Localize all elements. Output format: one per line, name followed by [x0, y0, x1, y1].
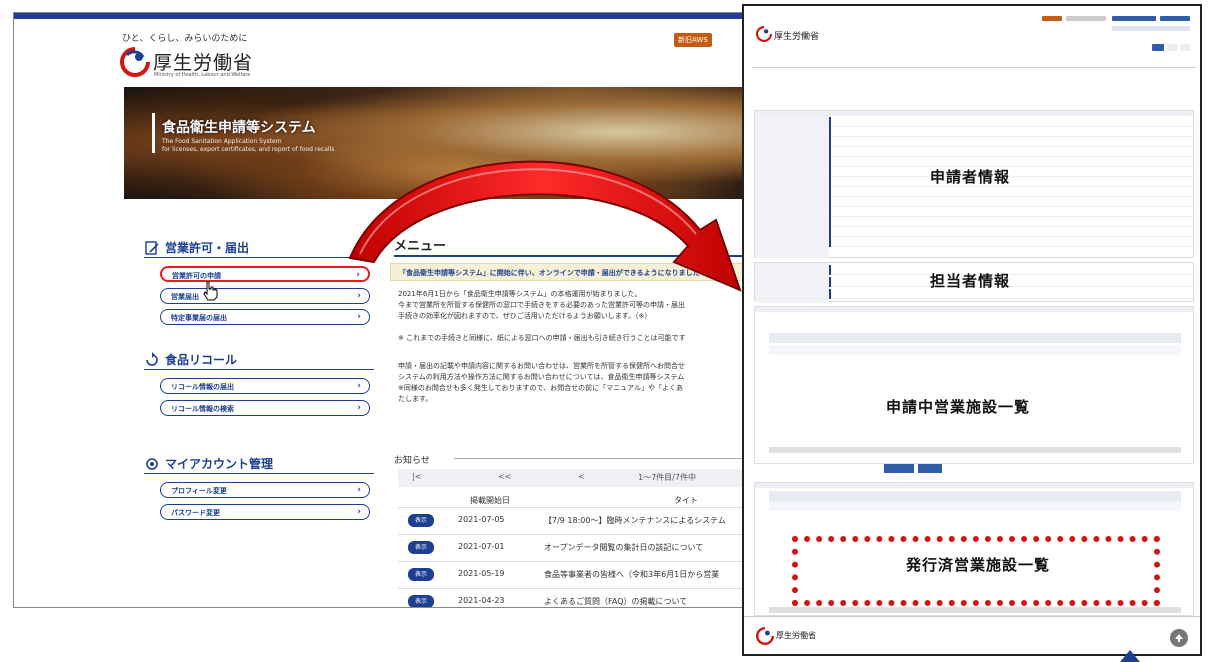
nav-label: 特定事業届の届出	[171, 314, 227, 322]
ministry-name: 厚生労働省	[774, 32, 820, 42]
show-button[interactable]: 表示	[408, 595, 434, 607]
news-row: 表示 2021-07-01 オープンデータ閲覧の集計日の該記について	[398, 534, 744, 560]
contact-info-label: 担当者情報	[930, 272, 1011, 290]
news-date: 2021-07-01	[458, 542, 505, 551]
nav-label: プロフィール変更	[171, 487, 227, 495]
pager-first-button[interactable]: |<	[412, 472, 421, 481]
detail-page-screenshot: 厚生労働省 申請者情報 担当者情報 申請中営業施設一覧 発行済営業施設一覧 厚生…	[742, 4, 1202, 656]
body-line: 申請・届出の記載や申請内容に関するお問い合わせは、営業所を所管する保健所へお問合…	[398, 362, 685, 370]
pager-prev-button[interactable]: <	[578, 472, 585, 481]
pager-info: 1～7件目/7件中	[638, 473, 696, 482]
news-date: 2021-04-23	[458, 596, 505, 605]
ministry-name: 厚生労働省	[153, 52, 254, 74]
scroll-top-button[interactable]	[1170, 629, 1188, 647]
chevron-right-icon: ›	[357, 507, 361, 517]
section-my-account: マイアカウント管理	[144, 455, 273, 472]
news-pager: |< << < 1～7件目/7件中	[398, 469, 744, 487]
section-divider	[144, 369, 374, 370]
nav-label: パスワード変更	[171, 509, 220, 517]
ministry-logo-icon	[756, 627, 774, 645]
ministry-logo-icon	[756, 26, 772, 42]
aws-button[interactable]: 新旧AWS	[674, 33, 712, 47]
news-title-link[interactable]: 【7/9 18:00～】臨時メンテナンスによるシステム	[544, 515, 726, 526]
gear-icon	[146, 457, 158, 470]
header-buttons	[1042, 14, 1192, 54]
scroll-indicator-arrow-icon	[1120, 650, 1140, 662]
body-line: ※ これまでの手続きと同様に、紙による窓口への申請・届出も引き続き行うことは可能…	[398, 334, 686, 342]
chevron-right-icon: ›	[357, 485, 361, 495]
detail-nav-bar	[752, 58, 1196, 68]
transition-arrow-icon	[348, 160, 742, 292]
news-date: 2021-07-05	[458, 515, 505, 524]
column-header-title: タイト	[674, 496, 698, 505]
section-business-permit: 営業許可・届出	[144, 239, 249, 256]
nav-password-change[interactable]: パスワード変更 ›	[160, 504, 370, 520]
composite-figure: ひと、くらし、みらいのために 厚生労働省 Ministry of Health,…	[0, 0, 1210, 662]
chevron-right-icon: ›	[357, 403, 361, 413]
body-line: システムの利用方法や操作方法に関するお問い合わせについては、食品衛生申請等システ…	[398, 373, 685, 381]
hero-title: 食品衛生申請等システム	[152, 113, 316, 153]
news-date: 2021-05-19	[458, 569, 505, 578]
news-divider	[454, 458, 744, 459]
show-button[interactable]: 表示	[408, 514, 434, 527]
body-line: ※同様のお問合せも多く発生しておりますので、お問合せの前に「マニュアル」や「よく…	[398, 384, 683, 392]
arrow-up-icon	[1175, 634, 1183, 642]
news-row: 表示 2021-07-05 【7/9 18:00～】臨時メンテナンスによるシステ…	[398, 507, 744, 533]
issued-facilities-label: 発行済営業施設一覧	[906, 556, 1051, 574]
applying-facilities-label: 申請中営業施設一覧	[886, 398, 1031, 416]
section-divider	[144, 473, 374, 474]
ministry-name-en: Ministry of Health, Labour and Welfare	[154, 72, 251, 78]
section-title: マイアカウント管理	[165, 457, 274, 471]
news-row: 表示 2021-05-19 食品等事業者の皆様へ（令和3年6月1日から営業	[398, 561, 744, 587]
section-title: 食品リコール	[165, 353, 238, 367]
nav-recall-report[interactable]: リコール情報の届出 ›	[160, 378, 370, 394]
new-application-button[interactable]	[884, 464, 914, 473]
action-button[interactable]	[918, 464, 942, 473]
nav-label: 営業許可の申請	[172, 272, 221, 280]
nav-label: 営業届出	[171, 293, 199, 301]
body-line: たします。	[398, 395, 433, 403]
applicant-info-label: 申請者情報	[930, 168, 1011, 186]
column-header-date: 掲載開始日	[470, 496, 510, 505]
chevron-right-icon: ›	[357, 312, 361, 322]
chevron-right-icon: ›	[357, 381, 361, 391]
footer-ministry-name: 厚生労働省	[776, 631, 816, 640]
document-pen-icon	[145, 240, 159, 255]
nav-recall-search[interactable]: リコール情報の検索 ›	[160, 400, 370, 416]
top-bar	[14, 13, 744, 19]
nav-label: リコール情報の届出	[171, 383, 234, 391]
header-buttons: 新旧AWS	[674, 33, 712, 47]
nav-label: リコール情報の検索	[171, 405, 234, 413]
applying-facilities-box	[754, 306, 1194, 464]
ministry-logo-icon	[120, 47, 150, 77]
show-button[interactable]: 表示	[408, 568, 434, 581]
section-food-recall: 食品リコール	[144, 351, 237, 368]
body-line: 手続きの効率化が図れますので、ぜひご活用いただけるようお願いします。（※）	[398, 312, 652, 320]
tagline: ひと、くらし、みらいのために	[122, 34, 248, 44]
show-button[interactable]: 表示	[408, 541, 434, 554]
hand-cursor-icon	[203, 281, 218, 301]
hero-subtitle-2: for licenses, export certificates, and r…	[162, 146, 335, 153]
section-title: 営業許可・届出	[165, 241, 250, 255]
hero-subtitle-1: The Food Sanitation Application System	[162, 138, 282, 145]
news-title-link[interactable]: オープンデータ閲覧の集計日の該記について	[544, 542, 703, 553]
recall-icon	[146, 351, 158, 366]
news-title-link[interactable]: よくあるご質問（FAQ）の掲載について	[544, 596, 687, 607]
news-label: お知らせ	[394, 456, 430, 466]
nav-profile-change[interactable]: プロフィール変更 ›	[160, 482, 370, 498]
news-row: 表示 2021-04-23 よくあるご質問（FAQ）の掲載について	[398, 588, 744, 607]
nav-specific-notification[interactable]: 特定事業届の届出 ›	[160, 309, 370, 325]
news-title-link[interactable]: 食品等事業者の皆様へ（令和3年6月1日から営業	[544, 569, 719, 580]
main-page-screenshot: ひと、くらし、みらいのために 厚生労働省 Ministry of Health,…	[13, 12, 745, 608]
pager-prev2-button[interactable]: <<	[498, 472, 511, 481]
